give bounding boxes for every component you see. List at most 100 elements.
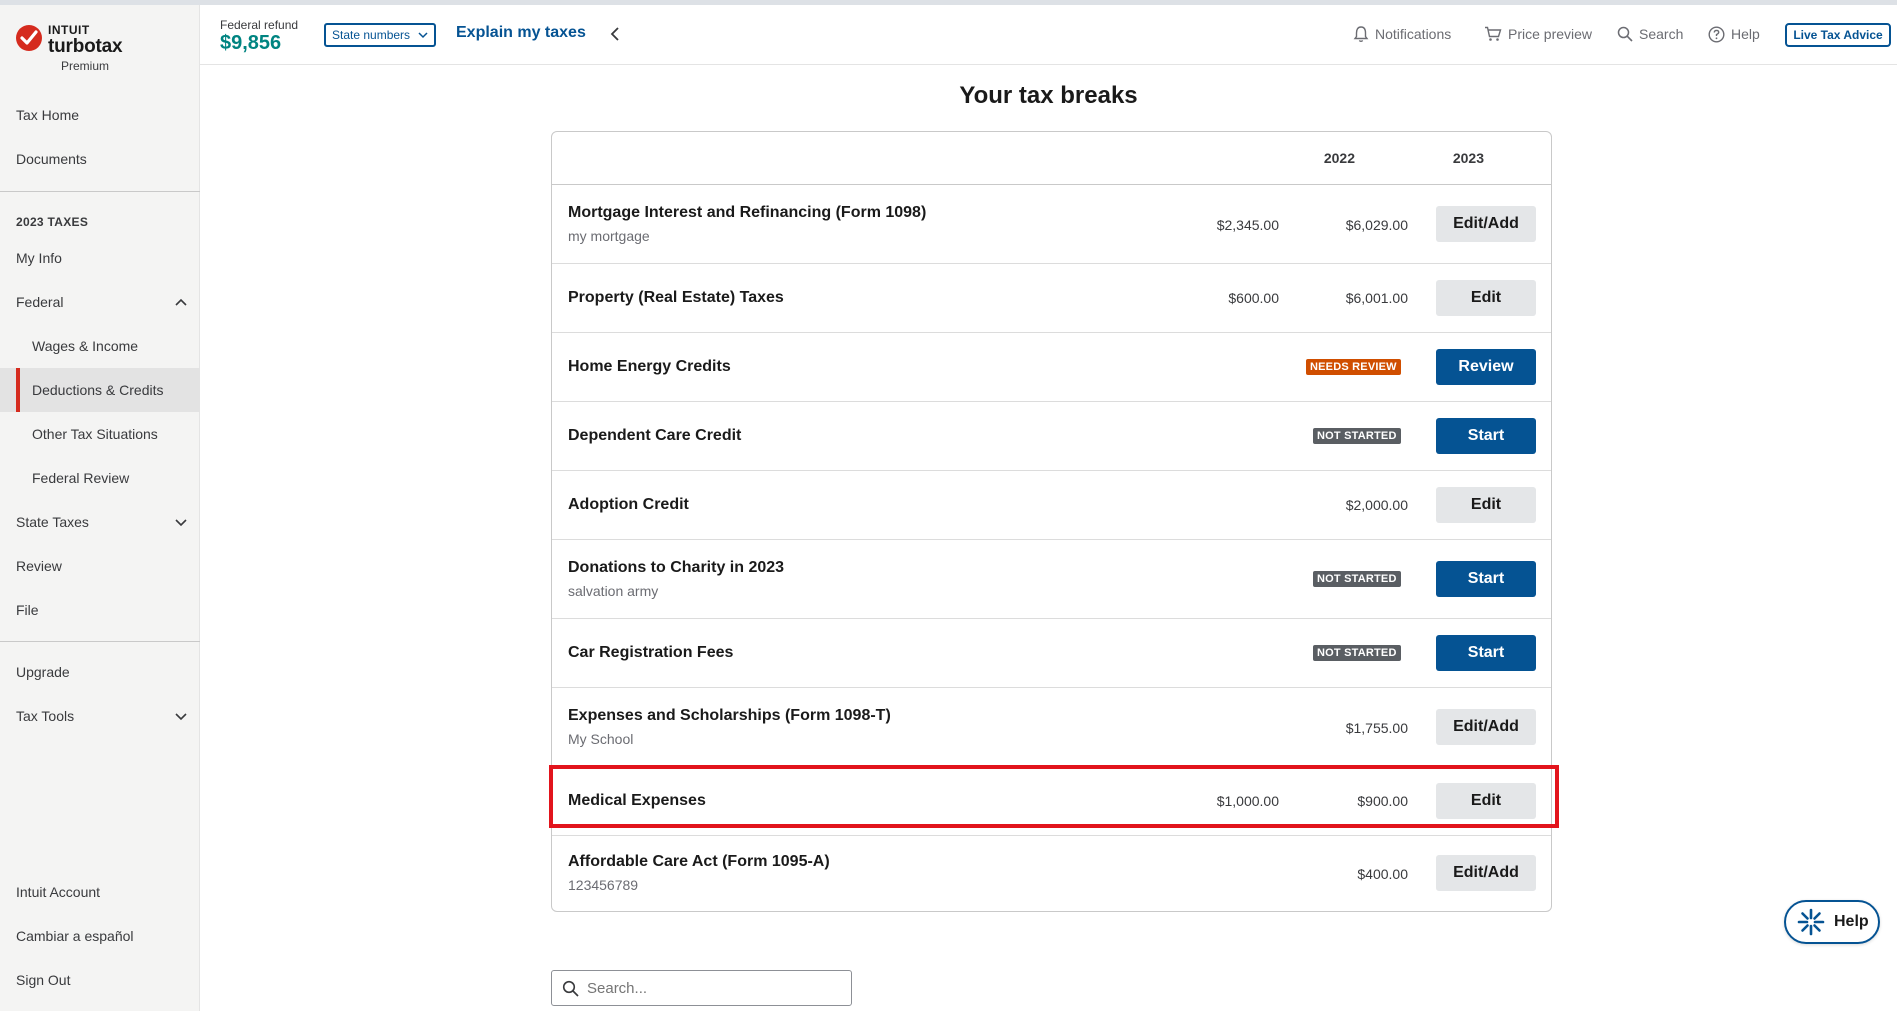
chevron-down-icon [175,519,187,527]
state-numbers-select[interactable]: State numbers [324,23,436,47]
value-2023: $400.00 [1357,866,1408,882]
help-chat-button[interactable]: Help [1784,900,1880,944]
sidebar-item-federal-review[interactable]: Federal Review [0,456,200,500]
edit-add-button[interactable]: Edit/Add [1436,709,1536,745]
chevron-left-icon[interactable] [607,26,623,42]
search-field[interactable] [551,970,852,1006]
notifications-button[interactable]: Notifications [1353,23,1451,45]
not-started-badge: NOT STARTED [1313,428,1401,444]
not-started-badge: NOT STARTED [1313,571,1401,587]
logo-edition-text: Premium [60,59,109,73]
sidebar-item-other-tax-situations[interactable]: Other Tax Situations [0,412,200,456]
sidebar-item-documents[interactable]: Documents [0,137,200,181]
needs-review-badge: NEEDS REVIEW [1306,359,1401,375]
search-icon [1617,26,1633,42]
row-title: Medical Expenses [568,792,706,809]
row-title: Donations to Charity in 2023 [568,559,785,576]
row-title: Adoption Credit [568,496,689,513]
sidebar-item-my-info[interactable]: My Info [0,236,200,280]
sidebar-divider [0,191,200,192]
price-preview-button[interactable]: Price preview [1484,23,1592,45]
value-2022: $2,345.00 [1216,217,1279,233]
sidebar: INTUIT turbotax Premium Tax Home Documen… [0,5,200,1011]
column-header-2022: 2022 [1323,150,1355,166]
question-circle-icon [1708,25,1725,43]
search-label: Search [1639,26,1684,42]
help-chat-label: Help [1834,913,1869,930]
value-2022: $600.00 [1228,290,1279,306]
sidebar-item-spanish[interactable]: Cambiar a español [0,914,200,958]
row-title: Home Energy Credits [568,358,731,375]
notifications-label: Notifications [1375,26,1452,42]
table-row-car-registration-fees: Car Registration Fees NOT STARTED Start [552,619,1551,688]
page-title: Your tax breaks [959,82,1138,109]
edit-button[interactable]: Edit [1436,783,1536,819]
chevron-up-icon [175,298,187,306]
edit-button[interactable]: Edit [1436,280,1536,316]
sidebar-item-deductions-credits[interactable]: Deductions & Credits [0,368,200,412]
help-button[interactable]: Help [1708,23,1760,45]
logo-intuit-text: INTUIT [48,23,90,37]
value-2022: $1,000.00 [1216,793,1279,809]
not-started-badge: NOT STARTED [1313,645,1401,661]
sidebar-item-wages-income[interactable]: Wages & Income [0,324,200,368]
edit-button[interactable]: Edit [1436,487,1536,523]
start-button[interactable]: Start [1436,418,1536,454]
table-row-adoption-credit: Adoption Credit $2,000.00 Edit [552,471,1551,540]
row-subtitle: My School [568,731,634,747]
sidebar-item-federal-label: Federal [16,294,64,310]
table-row-affordable-care-act: Affordable Care Act (Form 1095-A) 123456… [552,836,1551,911]
sidebar-item-sign-out[interactable]: Sign Out [0,958,200,1002]
bell-icon [1353,26,1369,43]
review-button[interactable]: Review [1436,349,1536,385]
sidebar-item-tax-tools[interactable]: Tax Tools [0,694,200,738]
refund-label: Federal refund [220,18,299,32]
table-row-property-taxes: Property (Real Estate) Taxes $600.00 $6,… [552,264,1551,333]
tax-breaks-table: 2022 2023 Mortgage Interest and Refinanc… [551,131,1552,912]
sidebar-item-state-taxes-label: State Taxes [16,514,89,530]
sidebar-item-intuit-account[interactable]: Intuit Account [0,870,200,914]
turbotax-logo[interactable]: INTUIT turbotax Premium [15,20,185,75]
sidebar-item-file[interactable]: File [0,588,200,632]
help-label: Help [1731,26,1760,42]
search-button[interactable]: Search [1617,23,1683,45]
start-button[interactable]: Start [1436,561,1536,597]
value-2023: $900.00 [1357,793,1408,809]
column-header-2023: 2023 [1452,150,1484,166]
state-numbers-label: State numbers [332,28,411,42]
edit-add-button[interactable]: Edit/Add [1436,206,1536,242]
row-subtitle: 123456789 [568,877,639,893]
table-row-mortgage-interest: Mortgage Interest and Refinancing (Form … [552,185,1551,264]
value-2023: $1,755.00 [1345,720,1408,736]
table-row-expenses-scholarships: Expenses and Scholarships (Form 1098-T) … [552,688,1551,767]
live-tax-advice-button[interactable]: Live Tax Advice [1785,23,1891,47]
sidebar-item-upgrade[interactable]: Upgrade [0,650,200,694]
row-title: Affordable Care Act (Form 1095-A) [568,853,830,870]
table-header: 2022 2023 [552,132,1551,185]
row-subtitle: my mortgage [568,228,650,244]
refund-amount[interactable]: $9,856 [220,32,281,55]
logo-turbotax-text: turbotax [48,36,123,57]
cart-icon [1485,26,1502,41]
price-preview-label: Price preview [1508,26,1593,42]
top-header: Federal refund $9,856 State numbers Expl… [200,5,1897,65]
sidebar-item-federal[interactable]: Federal [0,280,200,324]
edit-add-button[interactable]: Edit/Add [1436,855,1536,891]
row-subtitle: salvation army [568,583,659,599]
sidebar-item-review[interactable]: Review [0,544,200,588]
table-row-medical-expenses: Medical Expenses $1,000.00 $900.00 Edit [552,767,1551,836]
sidebar-item-tax-home[interactable]: Tax Home [0,93,200,137]
explain-my-taxes-link[interactable]: Explain my taxes [456,24,586,42]
row-title: Expenses and Scholarships (Form 1098-T) [568,707,891,724]
chevron-down-icon [175,713,187,721]
row-title: Property (Real Estate) Taxes [568,289,784,306]
start-button[interactable]: Start [1436,635,1536,671]
search-input[interactable] [587,979,837,997]
value-2023: $2,000.00 [1345,497,1408,513]
row-title: Mortgage Interest and Refinancing (Form … [568,204,927,221]
sidebar-item-state-taxes[interactable]: State Taxes [0,500,200,544]
row-title: Car Registration Fees [568,644,734,661]
checkmark-logo-icon [16,25,42,51]
sidebar-divider [0,641,200,642]
value-2023: $6,029.00 [1345,217,1408,233]
